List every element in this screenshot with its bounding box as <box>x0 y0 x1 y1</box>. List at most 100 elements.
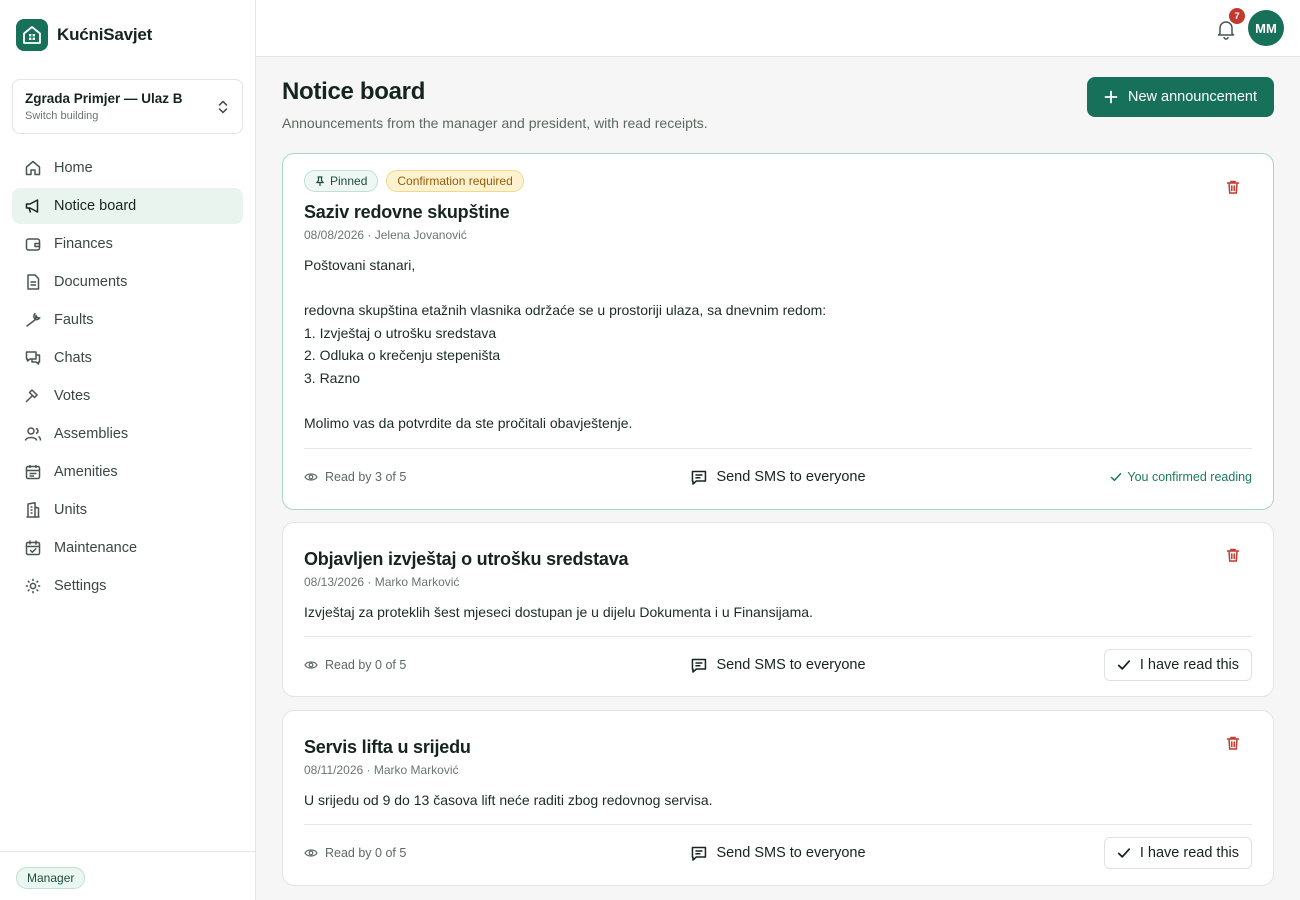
chevron-up-down-icon <box>217 99 229 120</box>
card-divider <box>304 636 1252 637</box>
send-sms-button[interactable]: Send SMS to everyone <box>690 845 866 862</box>
sidebar-item-label: Assemblies <box>54 426 129 442</box>
pinned-badge: Pinned <box>304 170 379 192</box>
sidebar-nav: Home Notice board Finances Documents Fau… <box>12 150 243 606</box>
announcement-meta: 08/11/2026 · Marko Marković <box>304 763 459 777</box>
pin-icon <box>315 176 325 186</box>
sidebar-item-label: Amenities <box>54 464 118 480</box>
announcement-body: U srijedu od 9 do 13 časova lift neće ra… <box>304 792 713 808</box>
sidebar-footer: Manager <box>0 851 255 900</box>
read-receipt-label: Read by 3 of 5 <box>325 470 407 484</box>
sidebar-item-notice-board[interactable]: Notice board <box>12 188 243 224</box>
sidebar-item-label: Notice board <box>54 198 137 214</box>
announcement-card: Servis lifta u srijedu 08/11/2026 · Mark… <box>282 710 1274 886</box>
calendar-check-icon <box>24 539 42 557</box>
announcement-card: Pinned Confirmation required Saziv redov… <box>282 153 1274 510</box>
document-icon <box>24 273 42 291</box>
mark-read-label: I have read this <box>1139 845 1239 861</box>
announcement-body: Poštovani stanari, redovna skupština eta… <box>304 257 827 432</box>
users-icon <box>24 425 42 443</box>
sidebar-item-label: Documents <box>54 274 128 290</box>
sidebar-item-chats[interactable]: Chats <box>12 340 243 376</box>
mark-read-label: I have read this <box>1139 657 1239 673</box>
eye-icon <box>304 846 318 860</box>
sidebar-item-label: Settings <box>54 578 107 594</box>
sidebar-item-label: Home <box>54 160 93 176</box>
avatar[interactable]: MM <box>1248 10 1284 46</box>
building-icon <box>24 501 42 519</box>
building-switcher[interactable]: Zgrada Primjer — Ulaz B Switch building <box>12 79 243 134</box>
check-icon <box>1117 658 1131 672</box>
home-icon <box>24 159 42 177</box>
announcement-card: Objavljen izvještaj o utrošku sredstava … <box>282 522 1274 697</box>
reading-confirmed-status: You confirmed reading <box>1110 470 1252 484</box>
announcement-meta: 08/08/2026 · Jelena Jovanović <box>304 228 467 242</box>
sidebar-item-maintenance[interactable]: Maintenance <box>12 530 243 566</box>
sidebar-item-units[interactable]: Units <box>12 492 243 528</box>
wallet-icon <box>24 235 42 253</box>
card-divider <box>304 824 1252 825</box>
message-icon <box>690 469 707 486</box>
mark-read-button[interactable]: I have read this <box>1103 649 1252 681</box>
confirmation-required-badge: Confirmation required <box>386 170 524 192</box>
sidebar-item-amenities[interactable]: Amenities <box>12 454 243 490</box>
brand[interactable]: KućniSavjet <box>16 19 152 51</box>
read-receipt-count: Read by 0 of 5 <box>304 846 504 860</box>
chat-icon <box>24 349 42 367</box>
sidebar-item-assemblies[interactable]: Assemblies <box>12 416 243 452</box>
topbar: 7 MM <box>256 0 1300 57</box>
gear-icon <box>24 577 42 595</box>
wrench-icon <box>24 311 42 329</box>
announcement-title: Objavljen izvještaj o utrošku sredstava <box>304 549 629 569</box>
sidebar-item-label: Chats <box>54 350 92 366</box>
building-name: Zgrada Primjer — Ulaz B <box>25 91 183 106</box>
message-icon <box>690 657 707 674</box>
app-name: KućniSavjet <box>57 25 153 44</box>
eye-icon <box>304 470 318 484</box>
sidebar: KućniSavjet Zgrada Primjer — Ulaz B Swit… <box>0 0 256 900</box>
send-sms-label: Send SMS to everyone <box>716 657 866 673</box>
eye-icon <box>304 658 318 672</box>
card-divider <box>304 448 1252 449</box>
check-icon <box>1110 471 1122 483</box>
read-receipt-label: Read by 0 of 5 <box>325 846 407 860</box>
sidebar-item-finances[interactable]: Finances <box>12 226 243 262</box>
send-sms-button[interactable]: Send SMS to everyone <box>690 469 866 486</box>
sidebar-item-documents[interactable]: Documents <box>12 264 243 300</box>
announcement-meta: 08/13/2026 · Marko Marković <box>304 575 460 589</box>
sidebar-item-label: Finances <box>54 236 113 252</box>
sidebar-item-label: Maintenance <box>54 540 138 556</box>
page-title: Notice board <box>282 78 426 105</box>
plus-icon <box>1104 90 1118 104</box>
message-icon <box>690 845 707 862</box>
house-logo-icon <box>16 19 48 51</box>
read-receipt-count: Read by 3 of 5 <box>304 470 504 484</box>
mark-read-button[interactable]: I have read this <box>1103 837 1252 869</box>
page-subtitle: Announcements from the manager and presi… <box>282 115 708 131</box>
role-badge: Manager <box>16 867 86 889</box>
sidebar-item-label: Units <box>54 502 88 518</box>
notification-count-badge: 7 <box>1229 8 1245 24</box>
sidebar-item-settings[interactable]: Settings <box>12 568 243 604</box>
announcement-body: Izvještaj za proteklih šest mjeseci dost… <box>304 604 813 620</box>
pinned-label: Pinned <box>330 174 368 188</box>
announcement-title: Servis lifta u srijedu <box>304 737 471 757</box>
send-sms-label: Send SMS to everyone <box>716 469 866 485</box>
building-switch-hint: Switch building <box>25 110 99 122</box>
new-announcement-button[interactable]: New announcement <box>1087 77 1274 117</box>
sidebar-item-label: Faults <box>54 312 94 328</box>
megaphone-icon <box>24 197 42 215</box>
sidebar-item-label: Votes <box>54 388 91 404</box>
send-sms-label: Send SMS to everyone <box>716 845 866 861</box>
calendar-icon <box>24 463 42 481</box>
new-announcement-label: New announcement <box>1128 89 1257 105</box>
sidebar-item-home[interactable]: Home <box>12 150 243 186</box>
gavel-icon <box>24 387 42 405</box>
read-receipt-count: Read by 0 of 5 <box>304 658 504 672</box>
sidebar-item-votes[interactable]: Votes <box>12 378 243 414</box>
announcement-title: Saziv redovne skupštine <box>304 202 510 222</box>
send-sms-button[interactable]: Send SMS to everyone <box>690 657 866 674</box>
sidebar-item-faults[interactable]: Faults <box>12 302 243 338</box>
check-icon <box>1117 846 1131 860</box>
read-receipt-label: Read by 0 of 5 <box>325 658 407 672</box>
